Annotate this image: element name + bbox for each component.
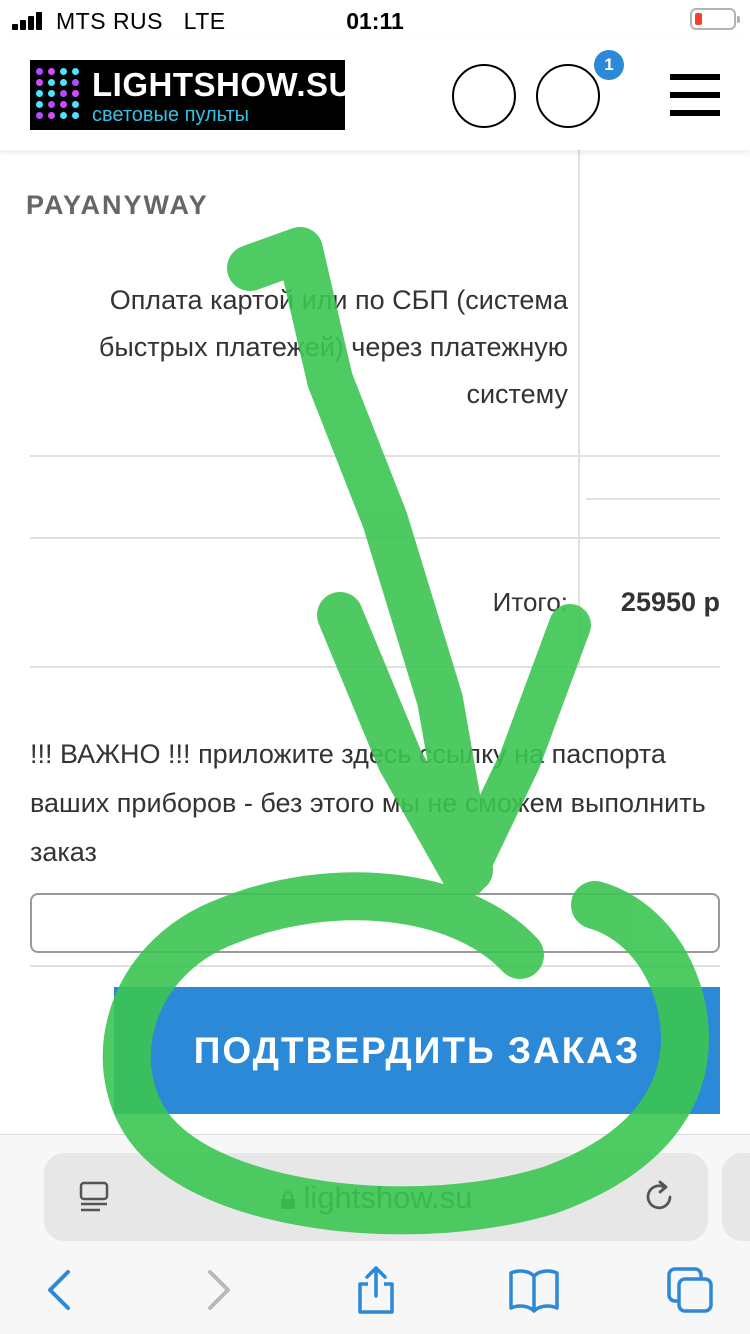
table-divider: [30, 455, 720, 457]
site-header: LIGHTSHOW.SU световые пульты 1: [0, 40, 750, 150]
cart-count-badge: 1: [594, 50, 624, 80]
reload-icon[interactable]: [642, 1177, 678, 1215]
table-divider: [578, 150, 580, 668]
confirm-order-button[interactable]: ПОДТВЕРДИТЬ ЗАКАЗ: [114, 987, 720, 1114]
site-logo[interactable]: LIGHTSHOW.SU световые пульты: [30, 60, 352, 130]
logo-title: LIGHTSHOW.SU: [92, 66, 353, 103]
table-divider: [30, 666, 720, 668]
bookmarks-icon[interactable]: [508, 1266, 560, 1314]
cart-button[interactable]: [536, 64, 600, 128]
checkout-content: PAYANYWAY Оплата картой или по СБП (сист…: [0, 150, 750, 1134]
tabs-icon[interactable]: [666, 1266, 714, 1314]
address-bar[interactable]: lightshow.su: [44, 1153, 708, 1241]
lock-icon: [280, 1191, 295, 1209]
url-display: lightshow.su: [44, 1180, 708, 1216]
payment-description: Оплата картой или по СБП (система быстры…: [98, 285, 568, 409]
payment-provider-logo: PAYANYWAY: [26, 190, 209, 220]
table-divider: [30, 965, 720, 967]
total-label: Итого:: [492, 587, 568, 617]
battery-icon: [690, 8, 740, 30]
forward-icon[interactable]: [196, 1266, 240, 1314]
table-divider: [586, 498, 720, 500]
logo-dots-icon: [36, 68, 88, 122]
share-icon[interactable]: [354, 1266, 398, 1314]
total-value: 25950 р: [620, 587, 720, 617]
account-button[interactable]: [452, 64, 516, 128]
table-divider: [30, 537, 720, 539]
back-icon[interactable]: [38, 1266, 82, 1314]
url-text: lightshow.su: [303, 1180, 473, 1215]
next-tab-preview[interactable]: [722, 1153, 750, 1241]
logo-subtitle: световые пульты: [92, 104, 250, 126]
browser-toolbar: lightshow.su: [0, 1134, 750, 1334]
menu-icon[interactable]: [670, 74, 720, 116]
important-notice: !!! ВАЖНО !!! приложите здесь ссылку на …: [30, 739, 706, 867]
status-time: 01:11: [346, 8, 404, 34]
status-bar: MTS RUS LTE 01:11: [0, 0, 750, 40]
passport-link-input[interactable]: [30, 893, 720, 953]
